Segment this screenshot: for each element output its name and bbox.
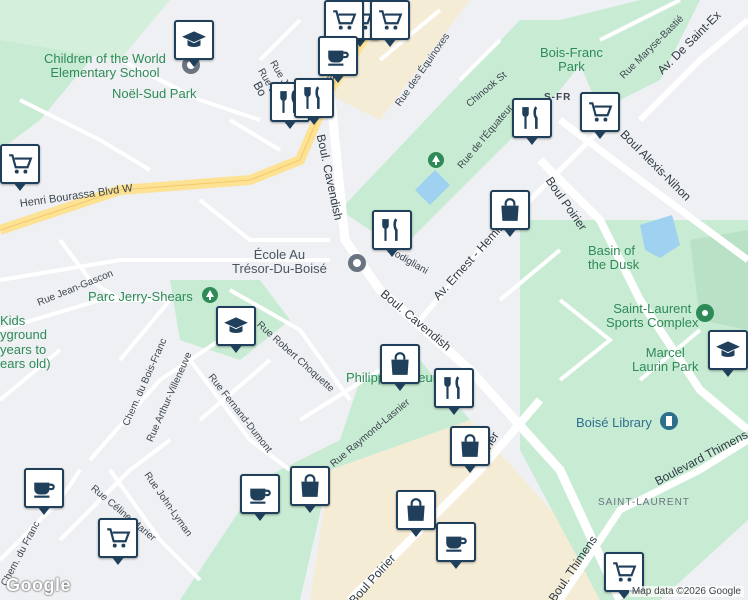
school-marker[interactable] (708, 330, 748, 377)
library-pin-icon (660, 412, 678, 430)
bag-icon (457, 433, 483, 459)
grocery-marker[interactable] (370, 0, 410, 47)
shopping-marker[interactable] (490, 190, 530, 237)
bag-icon (387, 351, 413, 377)
bag-icon (497, 197, 523, 223)
tree-icon (428, 152, 444, 168)
cart-icon (377, 7, 403, 33)
place-children-school: Children of the World Elementary School (44, 51, 166, 81)
shopping-marker[interactable] (290, 466, 330, 513)
graduation-cap-icon (223, 313, 249, 339)
school-pin-icon (348, 254, 366, 272)
grocery-marker[interactable] (98, 518, 138, 565)
map-view[interactable]: Children of the World Elementary School … (0, 0, 748, 600)
cart-icon (105, 525, 131, 551)
sports-pin-icon (696, 304, 714, 322)
restaurant-marker[interactable] (294, 78, 334, 125)
cafe-marker[interactable] (318, 36, 358, 83)
graduation-cap-icon (715, 337, 741, 363)
place-boise-library: Boisé Library (576, 415, 652, 430)
restaurant-marker[interactable] (434, 368, 474, 415)
bag-icon (297, 473, 323, 499)
shopping-marker[interactable] (380, 344, 420, 391)
cart-icon (331, 7, 357, 33)
district-saint-laurent: SAINT-LAURENT (598, 497, 690, 508)
cup-icon (247, 481, 273, 507)
restaurant-marker[interactable] (372, 210, 412, 257)
shopping-marker[interactable] (450, 426, 490, 473)
grocery-marker[interactable] (324, 0, 364, 47)
bag-icon (403, 497, 429, 523)
cup-icon (325, 43, 351, 69)
grocery-marker[interactable] (0, 144, 40, 191)
tree-icon (202, 287, 218, 303)
cafe-marker[interactable] (24, 468, 64, 515)
school-marker[interactable] (174, 20, 214, 67)
cup-icon (443, 529, 469, 555)
cafe-marker[interactable] (240, 474, 280, 521)
place-basin-dusk: Basin of the Dusk (588, 243, 640, 273)
place-ecole-tresor: École Au Trésor-Du-Boisé (232, 247, 327, 277)
cart-icon (587, 99, 613, 125)
google-logo: Google (6, 575, 71, 595)
fork-knife-icon (379, 217, 405, 243)
place-noel-sud-park: Noël-Sud Park (112, 86, 197, 101)
cart-icon (611, 559, 637, 585)
place-kids-playground: Kids yground years to ears old) (0, 313, 51, 371)
fork-knife-icon (519, 105, 545, 131)
place-bois-franc-park: Bois-Franc Park (540, 45, 603, 75)
map-attribution: Map data ©2026 Google (628, 586, 744, 597)
cafe-marker[interactable] (436, 522, 476, 569)
grocery-marker[interactable] (580, 92, 620, 139)
graduation-cap-icon (181, 27, 207, 53)
cart-icon (7, 151, 33, 177)
shopping-marker[interactable] (396, 490, 436, 537)
fork-knife-icon (441, 375, 467, 401)
restaurant-marker[interactable] (512, 98, 552, 145)
place-marcel-laurin: Marcel Laurin Park (632, 345, 699, 375)
school-marker[interactable] (216, 306, 256, 353)
place-parc-jerry-shears: Parc Jerry-Shears (88, 289, 193, 304)
fork-knife-icon (301, 85, 327, 111)
place-sports-complex: Saint-Laurent Sports Complex (606, 301, 699, 331)
cup-icon (31, 475, 57, 501)
